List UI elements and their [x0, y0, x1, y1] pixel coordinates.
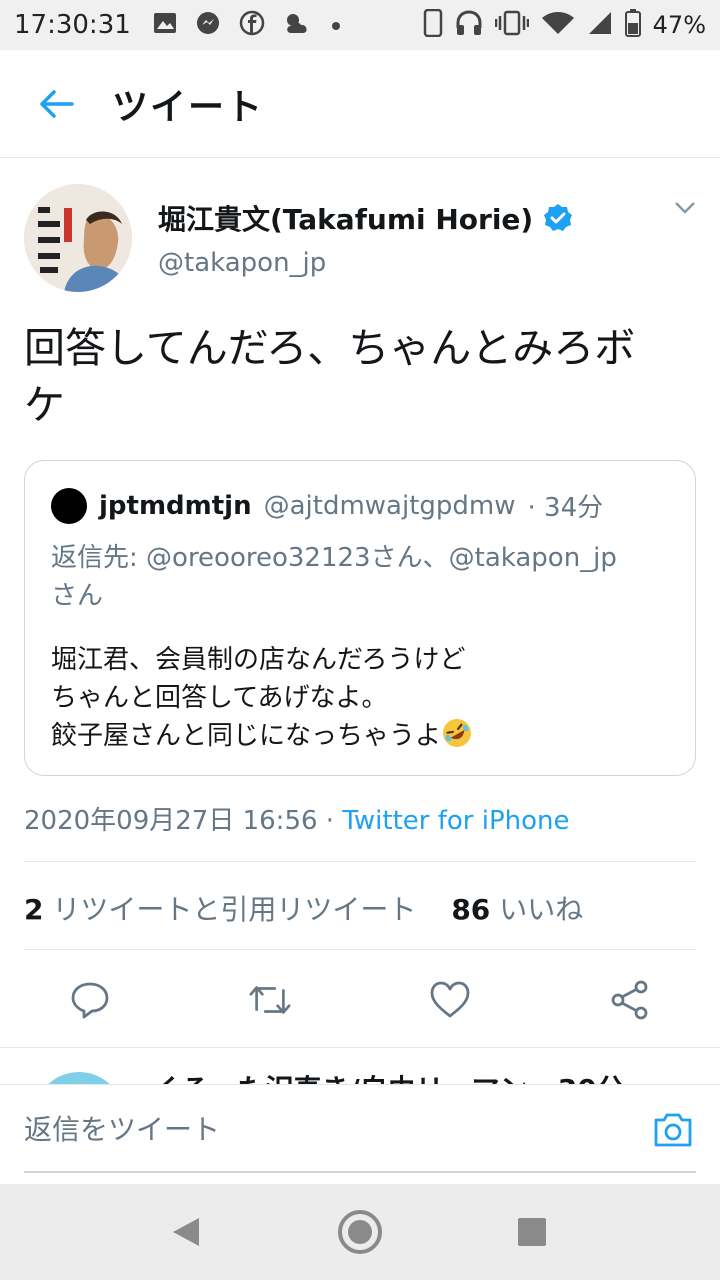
reply-placeholder: 返信をツイート [24, 1113, 221, 1146]
retweet-icon [249, 986, 291, 1014]
retweets-count: 2 [24, 893, 44, 926]
retweet-button[interactable] [248, 978, 292, 1022]
divider [24, 861, 696, 862]
next-reply-preview[interactable]: くる〜た沢直き/自由リーマン · 30分 [0, 1047, 720, 1087]
nav-back-button[interactable] [160, 1206, 212, 1258]
tweet-text-line: ケ [24, 381, 65, 429]
quoted-tweet-header: jptmdmtjn @ajtdmwajtgpdmw · 34分 [51, 487, 603, 524]
quoted-author-handle: @ajtdmwajtgpdmw [263, 490, 516, 521]
tweet-actions [0, 970, 720, 1030]
nav-recents-icon [518, 1218, 546, 1246]
phone-icon [423, 8, 443, 41]
status-bar: 17:30:31 47% [0, 0, 720, 50]
likes-label: いいね [499, 893, 584, 926]
tweet-meta: 2020年09月27日 16:56 · Twitter for iPhone [24, 800, 570, 837]
battery-icon [624, 9, 641, 41]
reply-prefix: 返信先: [51, 543, 147, 573]
author-name[interactable]: 堀江貴文(Takafumi Horie) [158, 198, 533, 238]
quoted-text-line: 餃子屋さんと同じになっちゃうよ [51, 721, 442, 751]
author-name-row[interactable]: 堀江貴文(Takafumi Horie) [158, 198, 573, 238]
share-button[interactable] [608, 978, 652, 1022]
page-title: ツイート [112, 86, 265, 128]
reply-icon [71, 982, 109, 1019]
wifi-icon [541, 10, 575, 40]
quoted-tweet-text: 堀江君、会員制の店なんだろうけど ちゃんと回答してあげなよ。 餃子屋さんと同じに… [51, 641, 681, 755]
reply-separator: 、 [422, 543, 449, 573]
tweet-options-button[interactable] [674, 200, 696, 219]
status-time: 17:30:31 [14, 10, 131, 40]
nav-recents-button[interactable] [506, 1206, 558, 1258]
rolling-on-floor-laughing-emoji [443, 719, 472, 747]
divider [24, 949, 696, 950]
back-button[interactable] [0, 50, 112, 158]
nav-home-button[interactable] [334, 1206, 386, 1258]
quoted-text-line: 堀江君、会員制の店なんだろうけど [51, 645, 466, 675]
tweet-timestamp: 2020年09月27日 16:56 [24, 806, 318, 836]
reply-to-mention: @takapon_jp [448, 543, 617, 573]
quoted-tweet-card[interactable]: jptmdmtjn @ajtdmwajtgpdmw · 34分 返信先: @or… [24, 460, 696, 776]
like-icon [430, 981, 470, 1018]
dot-icon [331, 16, 341, 35]
nav-home-icon [338, 1210, 382, 1254]
tweet-text: 回答してんだろ、ちゃんとみろボ ケ [24, 320, 704, 434]
quoted-avatar [51, 487, 87, 524]
facebook-icon [239, 10, 265, 40]
signal-icon [587, 10, 613, 40]
like-button[interactable] [428, 978, 472, 1022]
messenger-icon [195, 10, 221, 40]
tweet-stats: 2 リツイートと引用リツイート 86 いいね [24, 888, 583, 928]
reply-context: 返信先: @oreooreo32123さん、@takapon_jp さん [51, 539, 681, 615]
meta-separator: · [317, 806, 343, 836]
quoted-author-name: jptmdmtjn [99, 490, 252, 521]
chevron-down-icon [675, 202, 695, 214]
image-icon [153, 12, 177, 38]
reply-button[interactable] [68, 978, 112, 1022]
nav-back-icon [173, 1218, 199, 1246]
tweet-text-line: 回答してんだろ、ちゃんとみろボ [24, 324, 636, 372]
app-header: ツイート [0, 50, 720, 158]
tweet-source-link[interactable]: Twitter for iPhone [342, 806, 569, 836]
camera-icon [654, 1113, 692, 1147]
quoted-text-line-row: 餃子屋さんと同じになっちゃうよ [51, 717, 681, 755]
reply-suffix: さん [51, 581, 104, 611]
author-handle[interactable]: @takapon_jp [158, 248, 326, 278]
system-nav-bar [0, 1184, 720, 1280]
tweet-author: 堀江貴文(Takafumi Horie) @takapon_jp [24, 184, 696, 294]
weather-icon [283, 11, 313, 39]
likes-stat[interactable]: 86 いいね [451, 893, 583, 926]
reply-input[interactable]: 返信をツイート [24, 1085, 696, 1173]
quoted-text-line: ちゃんと回答してあげなよ。 [51, 683, 388, 713]
retweets-label: リツイートと引用リツイート [52, 893, 417, 926]
retweets-stat[interactable]: 2 リツイートと引用リツイート [24, 893, 416, 926]
share-icon [611, 980, 648, 1020]
avatar[interactable] [24, 184, 132, 292]
likes-count: 86 [451, 893, 491, 926]
headphones-icon [455, 10, 483, 40]
back-arrow-icon [40, 89, 74, 118]
camera-button[interactable] [652, 1111, 694, 1153]
reply-to-mention: @oreooreo32123さん [146, 543, 423, 573]
battery-percent: 47% [652, 11, 706, 39]
verified-badge-icon [544, 204, 573, 231]
quoted-time: · 34分 [527, 493, 604, 523]
vibrate-icon [494, 10, 529, 40]
reply-composer-bar: 返信をツイート [0, 1084, 720, 1184]
